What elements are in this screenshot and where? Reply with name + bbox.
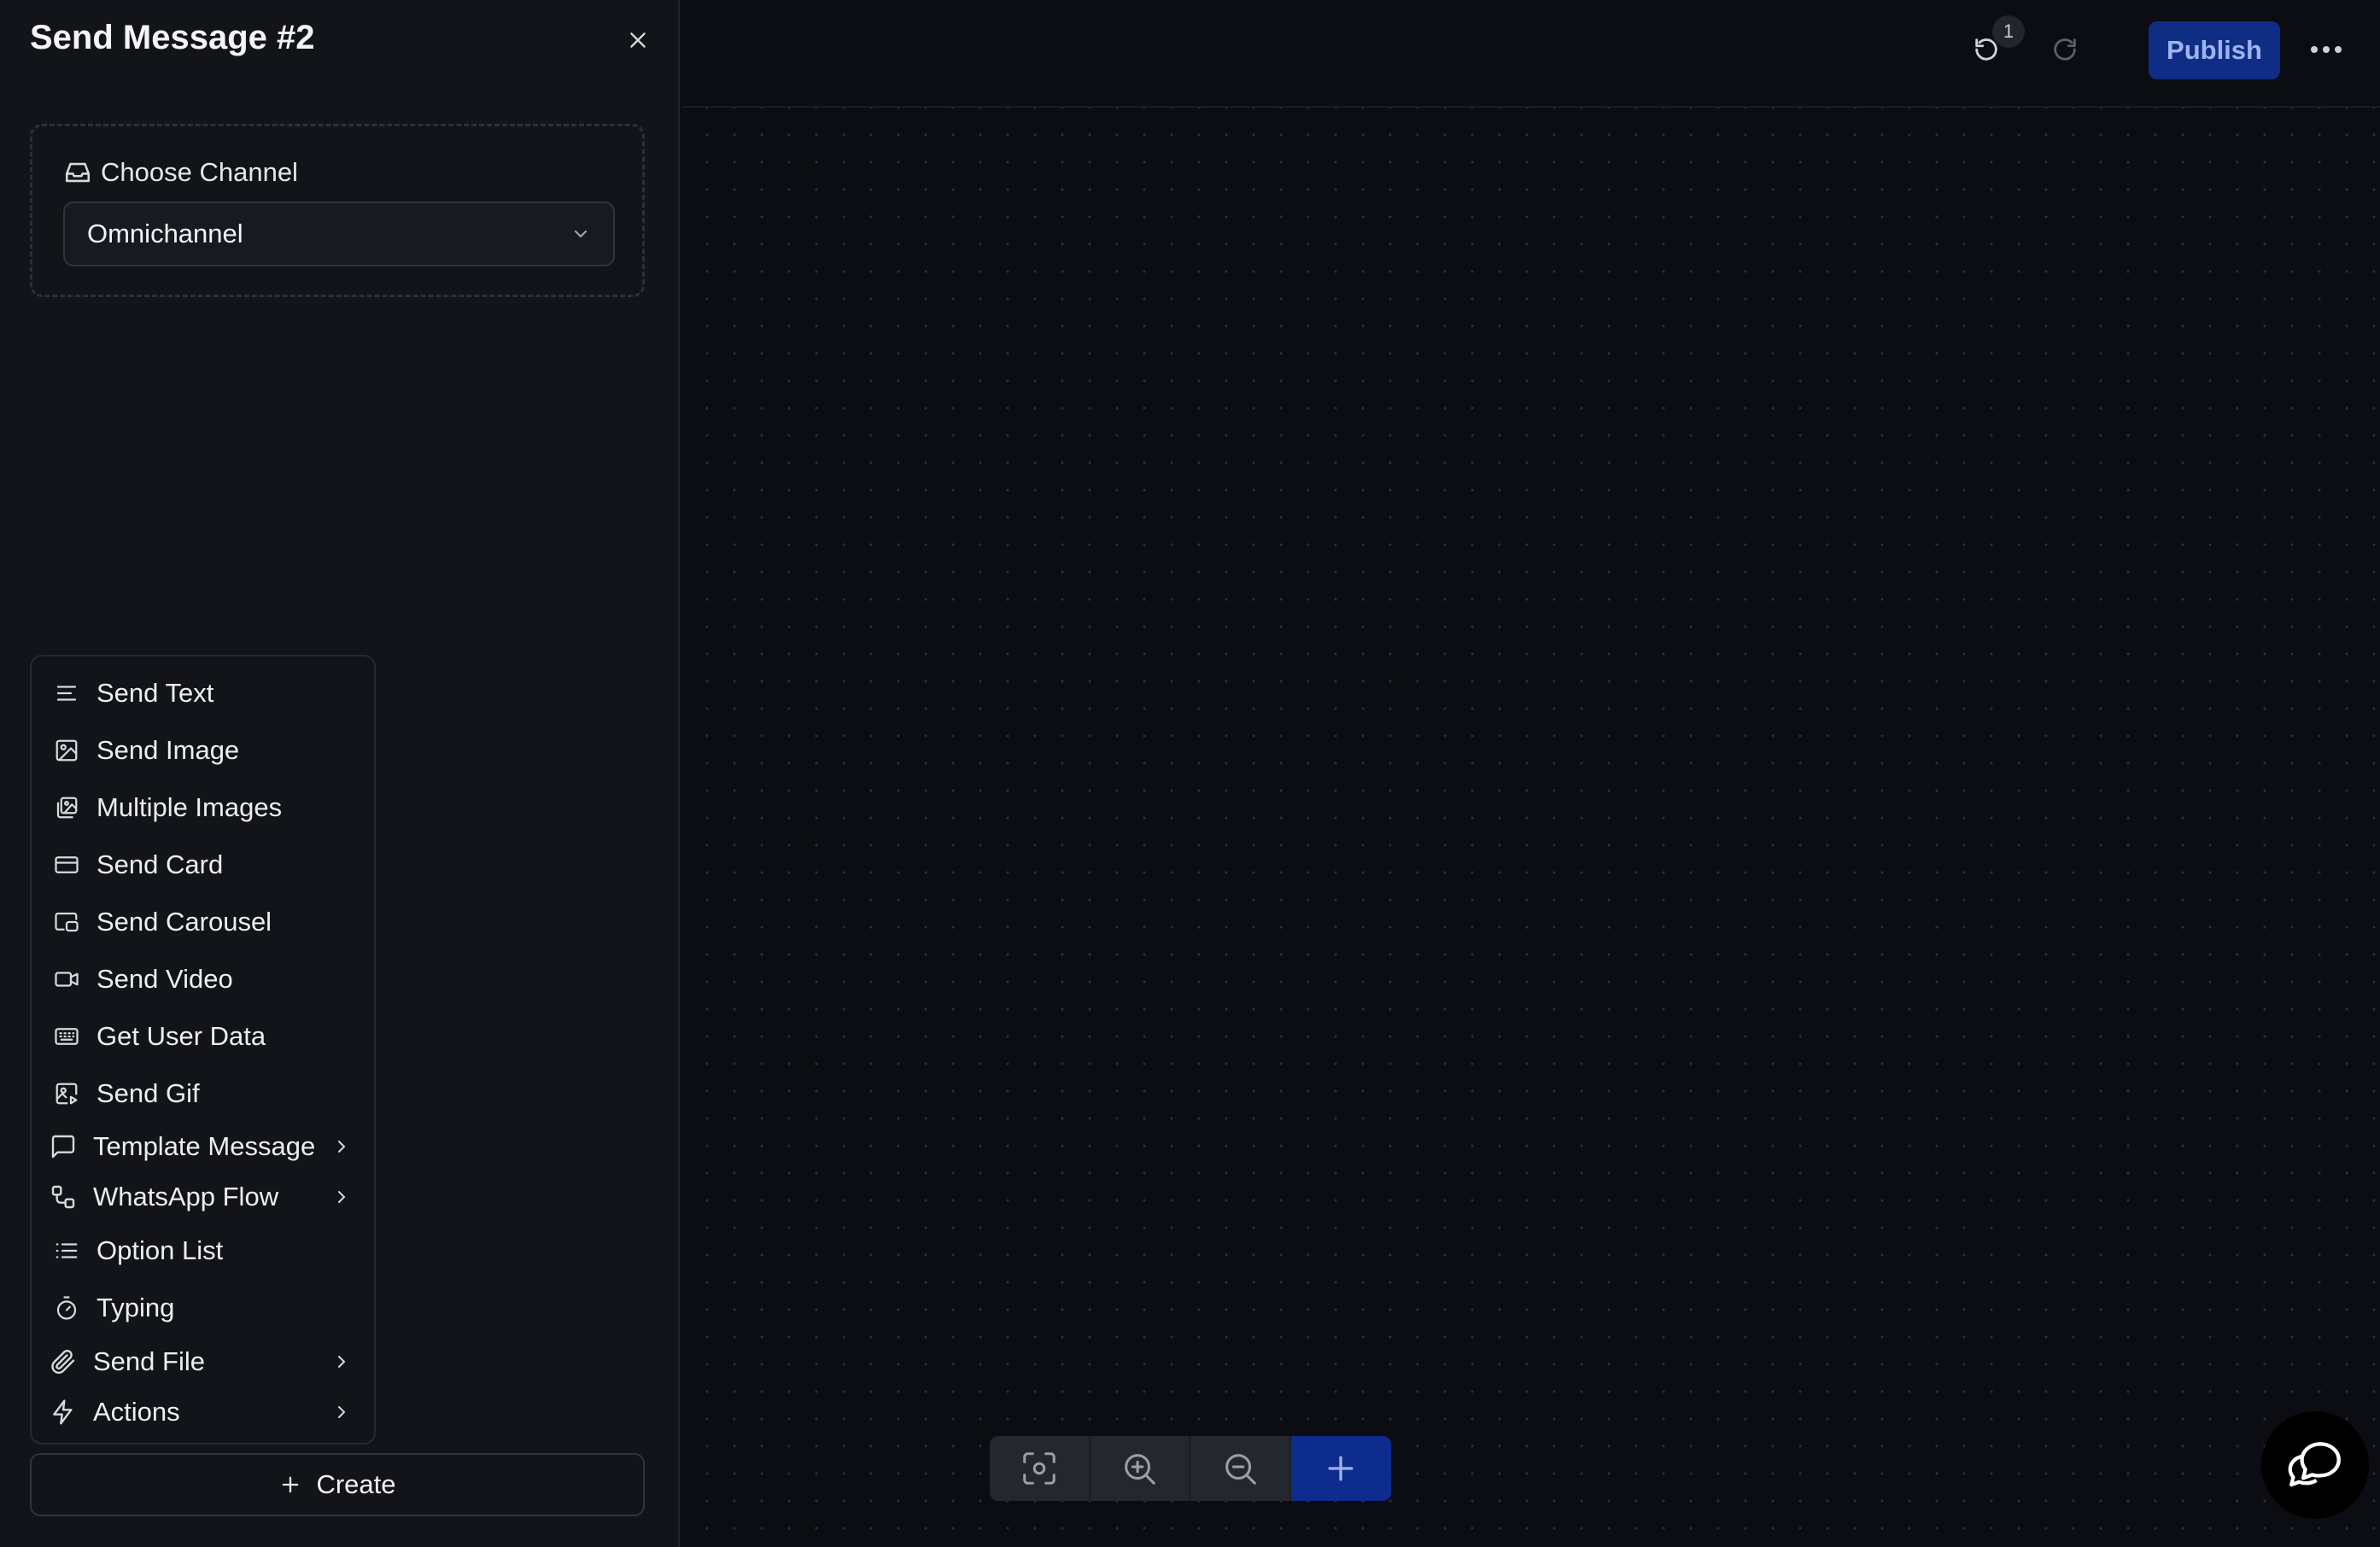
- channel-select-value: Omnichannel: [87, 219, 243, 248]
- add-block-menu: Send Text Send Image Multiple Images Sen…: [30, 655, 376, 1445]
- zoom-in-icon: [1125, 1454, 1156, 1485]
- flow-canvas[interactable]: [681, 0, 2380, 1547]
- x-icon: [630, 32, 646, 48]
- zoom-in-button[interactable]: [1091, 1436, 1190, 1501]
- menu-item-label: Send Carousel: [96, 907, 272, 937]
- chevron-right-icon: [338, 1191, 346, 1203]
- menu-item-label: Send Gif: [96, 1078, 200, 1108]
- chevron-down-icon: [575, 231, 587, 238]
- menu-item-whatsapp-flow[interactable]: WhatsApp Flow: [32, 1170, 374, 1224]
- fit-view-button[interactable]: [990, 1436, 1091, 1501]
- menu-item-option-list[interactable]: Option List: [32, 1223, 374, 1278]
- focus-icon: [1022, 1452, 1056, 1485]
- menu-item-label: Get User Data: [96, 1021, 266, 1051]
- zoom-out-icon: [1225, 1454, 1256, 1485]
- menu-item-label: WhatsApp Flow: [93, 1182, 279, 1211]
- video-icon: [55, 972, 79, 987]
- menu-item-send-file[interactable]: Send File: [32, 1334, 374, 1389]
- menu-item-send-card[interactable]: Send Card: [32, 838, 374, 892]
- add-icon: [1328, 1456, 1354, 1481]
- top-toolbar: [681, 0, 2380, 108]
- menu-item-multiple-images[interactable]: Multiple Images: [32, 780, 374, 835]
- channel-section: Choose Channel Omnichannel: [30, 124, 645, 297]
- menu-item-label: Typing: [96, 1293, 175, 1322]
- zap-icon: [53, 1399, 73, 1425]
- keyboard-icon: [55, 1028, 79, 1045]
- menu-item-send-gif[interactable]: Send Gif: [32, 1066, 374, 1121]
- menu-item-label: Send Card: [96, 849, 224, 879]
- menu-item-label: Actions: [93, 1397, 180, 1427]
- chevron-right-icon: [338, 1356, 346, 1368]
- menu-item-get-user-data[interactable]: Get User Data: [32, 1009, 374, 1064]
- chat-bubbles-icon: [2288, 1442, 2341, 1487]
- close-button[interactable]: [620, 22, 656, 58]
- menu-item-label: Send Video: [96, 964, 233, 994]
- menu-item-typing[interactable]: Typing: [32, 1281, 374, 1335]
- channel-label-text: Choose Channel: [101, 157, 298, 187]
- menu-item-actions[interactable]: Actions: [32, 1385, 374, 1439]
- menu-item-label: Send Text: [96, 678, 214, 708]
- menu-item-label: Send File: [93, 1346, 205, 1376]
- image-icon: [56, 739, 78, 762]
- menu-item-label: Multiple Images: [96, 792, 283, 822]
- menu-item-label: Option List: [96, 1235, 224, 1265]
- menu-item-send-carousel[interactable]: Send Carousel: [32, 895, 374, 949]
- carousel-icon: [55, 912, 79, 932]
- chevron-right-icon: [338, 1141, 346, 1153]
- panel-title: Send Message #2: [30, 19, 315, 56]
- chat-support-button[interactable]: [2261, 1411, 2369, 1519]
- more-options-button[interactable]: [2307, 32, 2345, 67]
- publish-button[interactable]: Publish: [2149, 21, 2280, 79]
- zoom-out-button[interactable]: [1190, 1436, 1291, 1501]
- menu-item-send-image[interactable]: Send Image: [32, 723, 374, 778]
- inbox-icon: [65, 162, 91, 183]
- gif-icon: [56, 1083, 78, 1105]
- menu-item-send-video[interactable]: Send Video: [32, 952, 374, 1007]
- chevron-right-icon: [338, 1406, 346, 1418]
- menu-item-send-text[interactable]: Send Text: [32, 666, 374, 721]
- menu-item-template-message[interactable]: Template Message: [32, 1119, 374, 1174]
- redo-icon: [2054, 38, 2076, 61]
- more-horizontal-icon: [2311, 46, 2342, 53]
- images-icon: [56, 797, 78, 819]
- canvas-zoom-controls: [990, 1436, 1391, 1501]
- channel-label: Choose Channel: [63, 157, 298, 188]
- menu-item-label: Template Message: [93, 1131, 316, 1161]
- create-button-label: Create: [316, 1469, 396, 1499]
- list-icon: [56, 1243, 78, 1258]
- flow-icon: [51, 1185, 75, 1209]
- paperclip-icon: [51, 1350, 75, 1374]
- create-button[interactable]: Create: [30, 1453, 645, 1516]
- message-editor-panel: Send Message #2 Choose Channel Omnichann…: [0, 0, 680, 1547]
- timer-icon: [56, 1296, 77, 1320]
- text-lines-icon: [56, 686, 77, 701]
- channel-select[interactable]: Omnichannel: [63, 201, 615, 266]
- menu-item-label: Send Image: [96, 735, 240, 765]
- plus-icon: [283, 1476, 299, 1493]
- message-square-icon: [51, 1135, 75, 1159]
- undo-count-badge: 1: [1992, 15, 2025, 48]
- card-icon: [55, 856, 79, 873]
- add-node-button[interactable]: [1290, 1436, 1391, 1501]
- redo-button[interactable]: [2046, 31, 2084, 68]
